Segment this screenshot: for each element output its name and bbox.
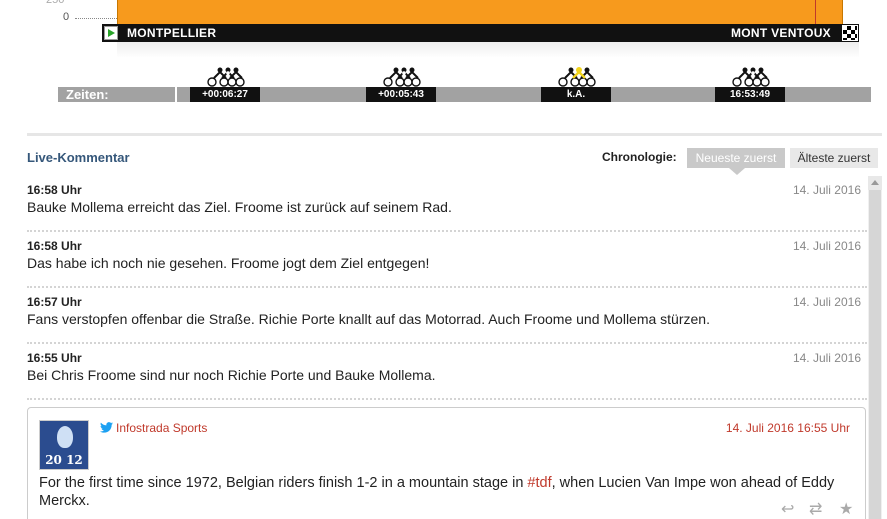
start-flag-icon <box>104 26 118 40</box>
stage-profile: 250 0 MONTPELLIER MONT VENTOUX <box>0 0 887 60</box>
olympic-flame-icon <box>57 426 73 448</box>
y-tick-0: 0 <box>63 11 70 23</box>
commentary-entry: 16:58 Uhr 14. Juli 2016 Das habe ich noc… <box>27 232 867 288</box>
cyclists-icon <box>732 67 770 87</box>
elevation-fill <box>117 0 843 24</box>
commentary-feed[interactable]: 16:58 Uhr 14. Juli 2016 Bauke Mollema er… <box>27 176 867 519</box>
entry-time: 16:58 Uhr <box>27 183 82 197</box>
rider-group[interactable]: k.A. <box>541 66 611 102</box>
live-commentary-title: Live-Kommentar <box>27 150 130 165</box>
tweet-text: For the first time since 1972, Belgian r… <box>39 474 839 510</box>
entry-text: Das habe ich noch nie gesehen. Froome jo… <box>27 255 430 271</box>
group-time: +00:05:43 <box>366 87 436 102</box>
sort-newest-button[interactable]: Neueste zuerst <box>687 148 785 175</box>
sort-oldest-button[interactable]: Älteste zuerst <box>790 148 878 168</box>
start-location: MONTPELLIER <box>127 26 217 40</box>
twitter-bird-icon <box>100 422 113 433</box>
entry-date: 14. Juli 2016 <box>792 239 861 253</box>
tweet-date-link[interactable]: 14. Juli 2016 16:55 Uhr <box>726 421 850 435</box>
rider-group[interactable]: 16:53:49 <box>715 66 785 102</box>
times-label: Zeiten: <box>66 87 109 102</box>
entry-time: 16:57 Uhr <box>27 295 82 309</box>
profile-baseline <box>75 18 119 19</box>
commentary-entry: 16:58 Uhr 14. Juli 2016 Bauke Mollema er… <box>27 176 867 232</box>
entry-time: 16:55 Uhr <box>27 351 82 365</box>
entry-text: Fans verstopfen offenbar die Straße. Ric… <box>27 311 710 327</box>
times-separator <box>175 87 177 102</box>
hashtag-link[interactable]: #tdf <box>527 475 551 491</box>
entry-time: 16:58 Uhr <box>27 239 82 253</box>
tweet-author-name: Infostrada Sports <box>116 421 208 435</box>
entry-date: 14. Juli 2016 <box>792 183 861 197</box>
entry-text: Bauke Mollema erreicht das Ziel. Froome … <box>27 199 452 215</box>
commentary-entry: 16:57 Uhr 14. Juli 2016 Fans verstopfen … <box>27 288 867 344</box>
reply-icon[interactable]: ↩ <box>781 501 794 519</box>
rider-group[interactable]: +00:06:27 <box>190 66 260 102</box>
finish-marker-line <box>815 0 816 24</box>
finish-location: MONT VENTOUX <box>730 26 831 40</box>
route-bar: MONTPELLIER MONT VENTOUX <box>102 24 859 42</box>
commentary-entry: 16:55 Uhr 14. Juli 2016 Bei Chris Froome… <box>27 344 867 400</box>
group-time: k.A. <box>541 87 611 102</box>
scrollbar-thumb[interactable] <box>869 190 881 519</box>
group-time: 16:53:49 <box>715 87 785 102</box>
entry-date: 14. Juli 2016 <box>792 351 861 365</box>
avatar[interactable]: 20 12 <box>39 420 89 470</box>
embedded-tweet: 20 12 Infostrada Sports 14. Juli 2016 16… <box>27 407 866 519</box>
avatar-year: 20 12 <box>45 453 83 467</box>
entry-text: Bei Chris Froome sind nur noch Richie Po… <box>27 367 436 383</box>
tweet-actions: ↩ ⇄ ★ <box>781 501 861 519</box>
retweet-icon[interactable]: ⇄ <box>809 501 822 519</box>
cyclists-icon <box>207 67 245 87</box>
chronology-label: Chronologie: <box>602 150 677 164</box>
rider-group[interactable]: +00:05:43 <box>366 66 436 102</box>
favorite-icon[interactable]: ★ <box>839 501 853 519</box>
scroll-up-arrow-icon[interactable] <box>868 176 882 190</box>
yellow-jersey-cyclists-icon <box>558 67 596 87</box>
cyclists-icon <box>383 67 421 87</box>
section-divider <box>27 133 882 136</box>
entry-date: 14. Juli 2016 <box>792 295 861 309</box>
y-tick-250: 250 <box>46 0 65 6</box>
group-time: +00:06:27 <box>190 87 260 102</box>
checkered-flag-icon <box>842 25 858 41</box>
tweet-author-link[interactable]: Infostrada Sports <box>100 421 207 435</box>
tweet-text-before: For the first time since 1972, Belgian r… <box>39 475 528 491</box>
profile-shadow <box>117 42 859 58</box>
